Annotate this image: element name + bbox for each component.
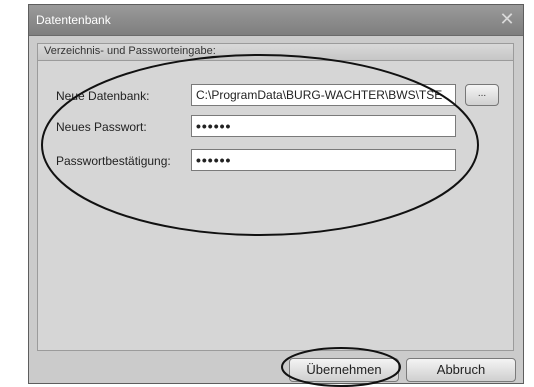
window-title: Datentenbank (36, 13, 111, 27)
apply-button[interactable]: Übernehmen (289, 358, 399, 382)
cancel-button[interactable]: Abbruch (406, 358, 516, 382)
database-path-field[interactable]: C:\ProgramData\BURG-WACHTER\BWS\TSE (191, 84, 456, 106)
database-label: Neue Datenbank: (56, 89, 150, 103)
confirm-password-label: Passwortbestätigung: (56, 154, 171, 168)
close-icon[interactable]: ✕ (497, 9, 517, 29)
group-title: Verzeichnis- und Passworteingabe: (44, 45, 216, 57)
database-dialog: Datentenbank ✕ Verzeichnis- und Passwort… (28, 4, 524, 384)
new-password-field[interactable]: •••••• (191, 115, 456, 137)
new-password-label: Neues Passwort: (56, 120, 147, 134)
browse-button[interactable]: ... (465, 84, 499, 106)
confirm-password-field[interactable]: •••••• (191, 149, 456, 171)
title-bar[interactable]: Datentenbank ✕ (29, 5, 523, 36)
group-header: Verzeichnis- und Passworteingabe: (38, 44, 513, 61)
